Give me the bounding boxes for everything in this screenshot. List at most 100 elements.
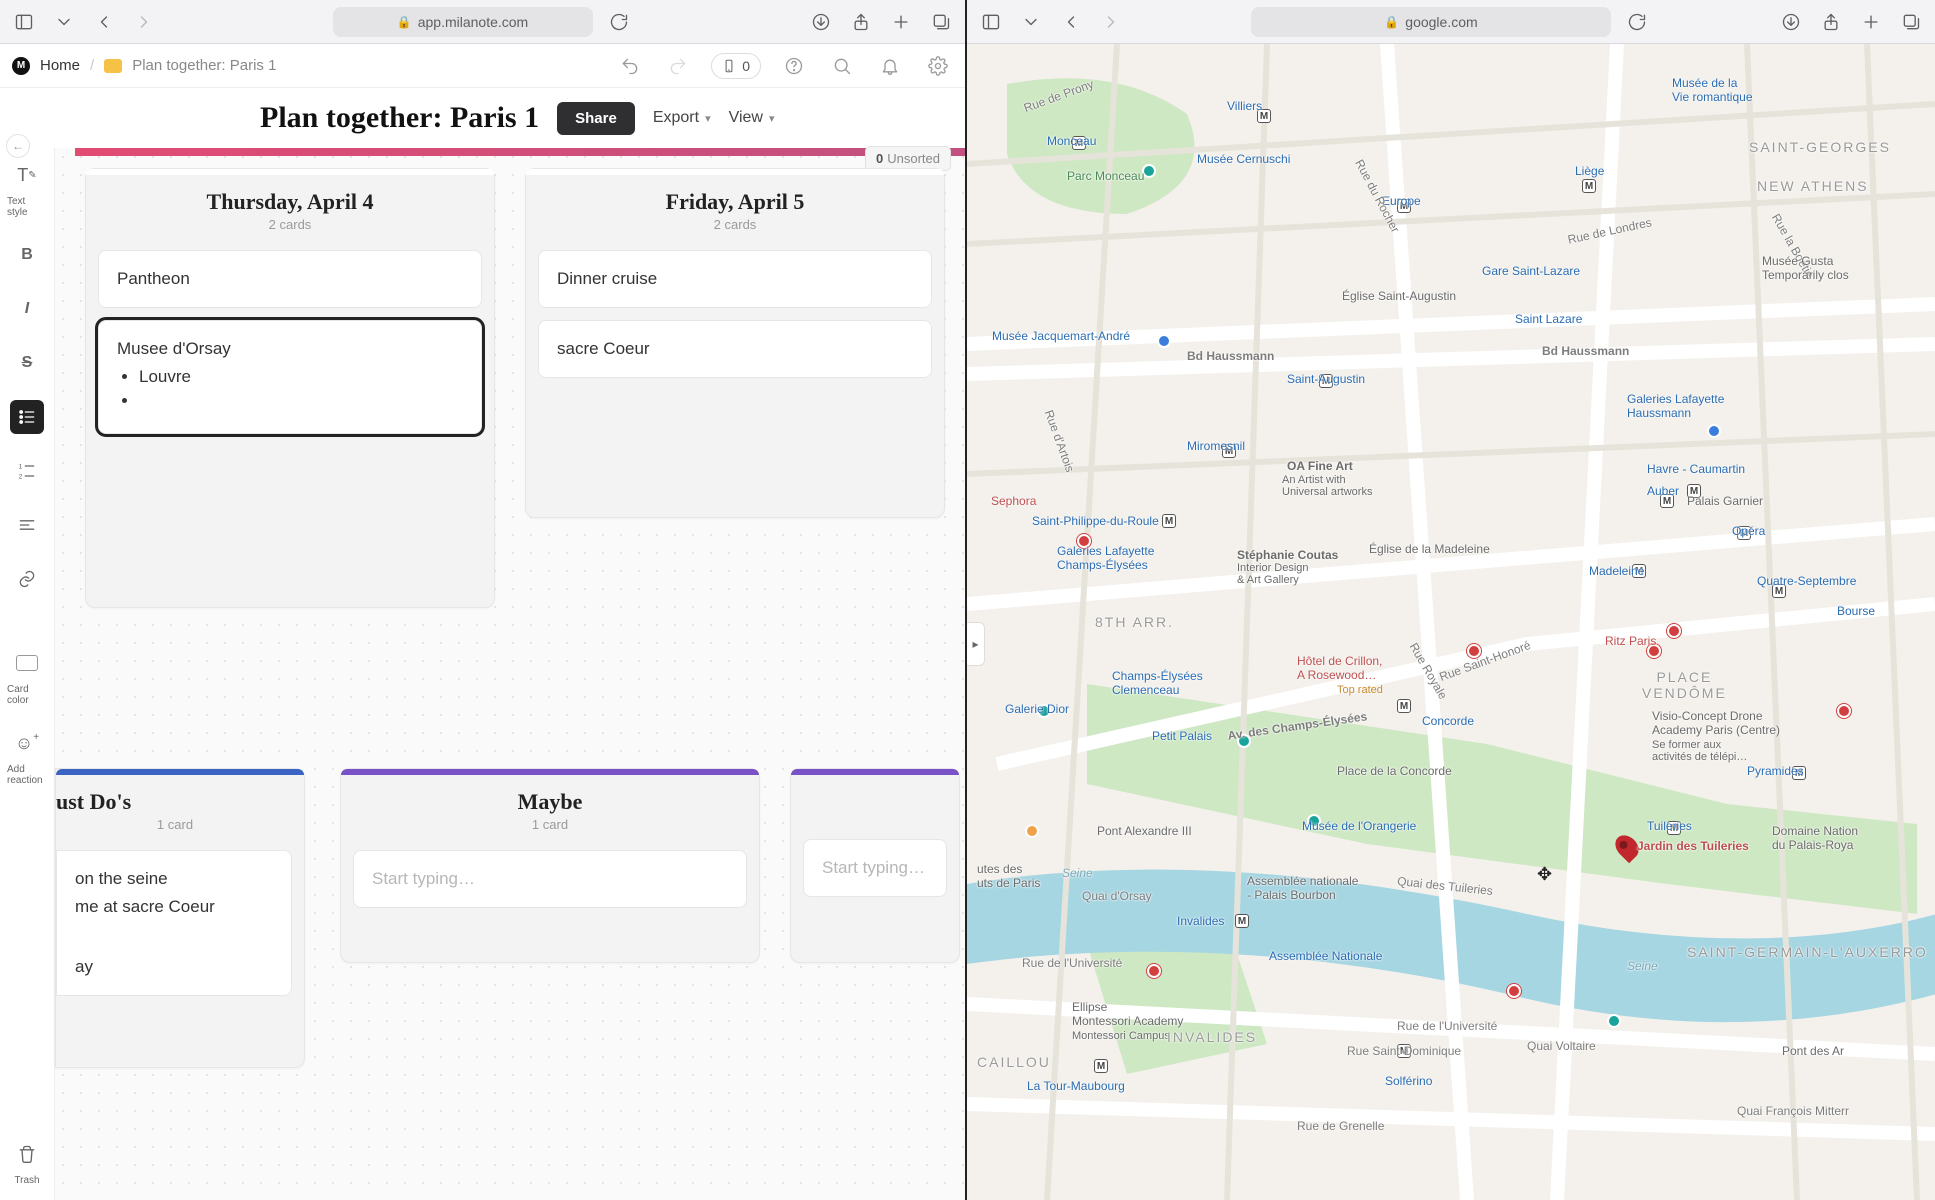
- map-label[interactable]: Musée Jacquemart-André: [992, 329, 1130, 343]
- map-label[interactable]: Galeries Lafayette Haussmann: [1627, 392, 1724, 420]
- map-expand-panel-icon[interactable]: ▸: [967, 622, 985, 666]
- map-label[interactable]: NEW ATHENS: [1757, 178, 1869, 194]
- map-poi-pin[interactable]: [1157, 334, 1171, 348]
- card-color-tool[interactable]: Card color: [7, 646, 47, 706]
- map-label[interactable]: Musée Gusta Temporarily clos: [1762, 254, 1849, 282]
- map-label[interactable]: Saint-Philippe-du-Roule: [1032, 514, 1159, 528]
- column-title[interactable]: Friday, April 5: [536, 189, 934, 215]
- bold-tool[interactable]: B: [7, 238, 47, 272]
- metro-icon[interactable]: M: [1162, 514, 1176, 528]
- map-label[interactable]: Opéra: [1732, 524, 1765, 538]
- column-maybe[interactable]: Maybe 1 card Start typing…: [340, 768, 760, 963]
- map-label[interactable]: Stéphanie Coutas: [1237, 548, 1338, 562]
- map-label[interactable]: La Tour-Maubourg: [1027, 1079, 1125, 1093]
- board-title[interactable]: Plan together: Paris 1: [260, 101, 539, 135]
- card-empty[interactable]: Start typing…: [803, 839, 947, 897]
- map-label[interactable]: Pont des Ar: [1782, 1044, 1844, 1058]
- back-icon[interactable]: [90, 8, 118, 36]
- tab-dropdown-icon[interactable]: [50, 8, 78, 36]
- sidebar-toggle-icon[interactable]: [10, 8, 38, 36]
- board-canvas[interactable]: 0Unsorted ← T✎Text style B I S 12 Card c…: [0, 148, 965, 1200]
- reload-icon[interactable]: [1623, 8, 1651, 36]
- map-label[interactable]: Monceau: [1047, 134, 1096, 148]
- map-label[interactable]: Place de la Concorde: [1337, 764, 1452, 778]
- map-label[interactable]: Miromesnil: [1187, 439, 1245, 453]
- map-label[interactable]: Madeleine: [1589, 564, 1644, 578]
- breadcrumb-current[interactable]: Plan together: Paris 1: [132, 57, 276, 74]
- italic-tool[interactable]: I: [7, 292, 47, 326]
- map-label[interactable]: OA Fine Art: [1287, 459, 1353, 473]
- rail-collapse-icon[interactable]: ←: [6, 134, 30, 158]
- strike-tool[interactable]: S: [7, 346, 47, 380]
- card-empty[interactable]: Start typing…: [353, 850, 747, 908]
- map-label[interactable]: Bourse: [1837, 604, 1875, 618]
- numbered-list-tool[interactable]: 12: [7, 454, 47, 488]
- column-thursday[interactable]: Thursday, April 4 2 cards Pantheon Musee…: [85, 168, 495, 608]
- downloads-icon[interactable]: [807, 8, 835, 36]
- map-poi-pin[interactable]: [1707, 424, 1721, 438]
- column-must-dos[interactable]: ust Do's 1 card on the seine me at sacre…: [55, 768, 305, 1068]
- tabs-overview-icon[interactable]: [1897, 8, 1925, 36]
- map-label[interactable]: Assemblée nationale - Palais Bourbon: [1247, 874, 1358, 902]
- search-icon[interactable]: [827, 51, 857, 81]
- map-label[interactable]: Galeries Lafayette Champs-Élysées: [1057, 544, 1154, 572]
- column-third[interactable]: Start typing…: [790, 768, 960, 963]
- card-pantheon[interactable]: Pantheon: [98, 250, 482, 308]
- map-poi-pin[interactable]: [1667, 624, 1681, 638]
- map-label[interactable]: Jardin des Tuileries: [1637, 839, 1749, 853]
- map-poi-pin[interactable]: [1507, 984, 1521, 998]
- folder-icon[interactable]: [104, 59, 122, 73]
- metro-icon[interactable]: M: [1397, 699, 1411, 713]
- map-poi-pin[interactable]: [1025, 824, 1039, 838]
- metro-icon[interactable]: M: [1582, 179, 1596, 193]
- map-label[interactable]: Tuileries: [1647, 819, 1692, 833]
- metro-icon[interactable]: M: [1235, 914, 1249, 928]
- map-label[interactable]: Ellipse Montessori Academy: [1072, 1000, 1183, 1028]
- map-label[interactable]: Saint Lazare: [1515, 312, 1582, 326]
- help-icon[interactable]: [779, 51, 809, 81]
- text-style-tool[interactable]: T✎Text style: [7, 158, 47, 218]
- map-label[interactable]: Villiers: [1227, 99, 1262, 113]
- tabs-overview-icon[interactable]: [927, 8, 955, 36]
- bullet-list-tool[interactable]: [7, 400, 47, 434]
- tab-dropdown-icon[interactable]: [1017, 8, 1045, 36]
- map-label[interactable]: Concorde: [1422, 714, 1474, 728]
- map-label[interactable]: Hôtel de Crillon, A Rosewood…: [1297, 654, 1382, 682]
- list-item[interactable]: Louvre: [139, 367, 463, 387]
- map-label[interactable]: SAINT-GEORGES: [1749, 139, 1891, 155]
- map-label[interactable]: Parc Monceau: [1067, 169, 1144, 183]
- metro-icon[interactable]: M: [1094, 1059, 1108, 1073]
- map-label[interactable]: Visio-Concept Drone Academy Paris (Centr…: [1652, 709, 1780, 737]
- view-menu[interactable]: View▾: [729, 109, 775, 127]
- link-tool[interactable]: [7, 562, 47, 596]
- column-friday[interactable]: Friday, April 5 2 cards Dinner cruise sa…: [525, 168, 945, 518]
- map-label[interactable]: Musée de l'Orangerie: [1302, 819, 1416, 833]
- milanote-logo-icon[interactable]: M: [12, 57, 30, 75]
- share-button[interactable]: Share: [557, 102, 635, 135]
- map-poi-pin[interactable]: [1837, 704, 1851, 718]
- map-label[interactable]: Gare Saint-Lazare: [1482, 264, 1580, 278]
- map-label[interactable]: Liège: [1575, 164, 1604, 178]
- notifications-icon[interactable]: [875, 51, 905, 81]
- list-item[interactable]: [139, 391, 463, 411]
- map-label[interactable]: Palais Garnier: [1687, 494, 1763, 508]
- share-icon[interactable]: [847, 8, 875, 36]
- map-label[interactable]: Musée Cernuschi: [1197, 152, 1290, 166]
- sidebar-toggle-icon[interactable]: [977, 8, 1005, 36]
- card-sacre-coeur[interactable]: sacre Coeur: [538, 320, 932, 378]
- map-label[interactable]: Saint-Augustin: [1287, 372, 1365, 386]
- map-label[interactable]: Auber: [1647, 484, 1679, 498]
- downloads-icon[interactable]: [1777, 8, 1805, 36]
- map-label[interactable]: Pyramides: [1747, 764, 1804, 778]
- trash-tool[interactable]: Trash: [7, 1137, 47, 1186]
- map-label[interactable]: Musée de la Vie romantique: [1672, 76, 1753, 104]
- map-label[interactable]: Invalides: [1177, 914, 1224, 928]
- map-poi-pin[interactable]: [1147, 964, 1161, 978]
- map-label[interactable]: Champs-Élysées Clemenceau: [1112, 669, 1203, 697]
- settings-icon[interactable]: [923, 51, 953, 81]
- map-label[interactable]: Galerie Dior: [1005, 702, 1069, 716]
- map-label[interactable]: Église de la Madeleine: [1369, 542, 1490, 556]
- map-viewport[interactable]: ▸ ✥ M M M M M M M: [967, 44, 1935, 1200]
- map-label[interactable]: Quatre-Septembre: [1757, 574, 1856, 588]
- column-title[interactable]: Maybe: [351, 789, 749, 815]
